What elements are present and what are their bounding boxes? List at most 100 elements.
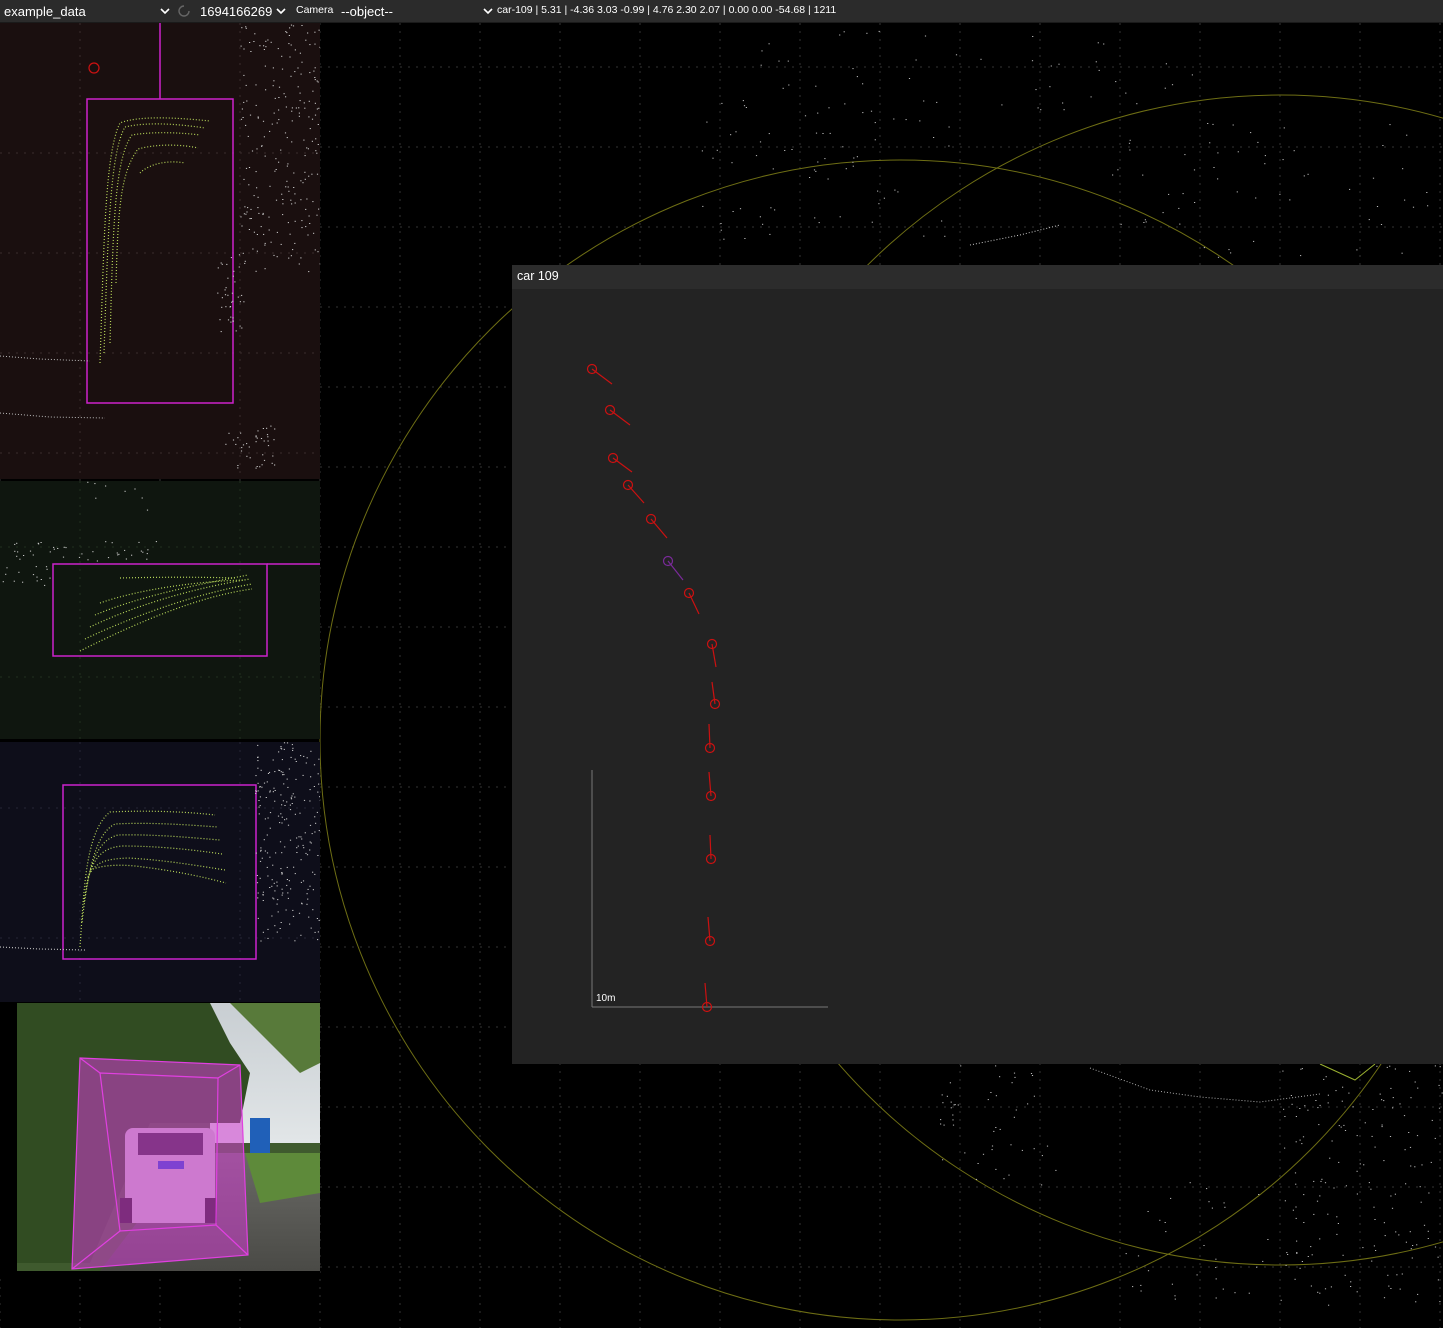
camera-view[interactable] [0,1003,320,1275]
lidar-point [257,892,259,894]
lidar-point [1224,1206,1226,1208]
lidar-point [281,894,283,896]
lidar-point [258,212,260,214]
lidar-point [1264,163,1266,165]
lidar-scanline [969,224,1061,246]
lidar-point [1324,1288,1327,1290]
lidar-point [1387,1274,1389,1276]
lidar-point [303,102,305,104]
lidar-point [303,799,306,801]
lidar-point [1132,1286,1134,1288]
lidar-point [281,193,283,195]
lidar-point [318,758,320,760]
lidar-point [309,128,311,130]
chevron-down-icon [160,8,170,15]
lidar-point [273,80,275,82]
lidar-point [292,909,294,911]
lidar-point [271,915,273,917]
lidar-point [290,24,293,26]
lidar-point [259,877,261,879]
lidar-point [275,852,277,854]
lidar-point [1178,207,1180,209]
lidar-point [774,209,776,211]
lidar-point [221,306,223,308]
lidar-point [1165,63,1167,65]
lidar-point [1421,1164,1423,1166]
track-title-bar[interactable]: car 109 [512,265,1443,289]
lidar-point [274,800,276,802]
lidar-point [1374,1146,1376,1148]
lidar-point [987,1099,989,1101]
lidar-point [240,118,243,120]
front-view[interactable] [0,481,320,739]
camera-button[interactable]: Camera [296,4,333,16]
lidar-point [936,101,938,103]
lidar-point [1427,1238,1429,1239]
lidar-point [319,796,320,798]
lidar-point [853,157,855,159]
track-canvas[interactable]: 10m [512,289,1443,1064]
lidar-point [827,178,829,180]
lidar-point [264,850,266,852]
lidar-point [276,881,278,883]
lidar-point [1399,1103,1401,1105]
lidar-point [1317,1107,1319,1109]
lidar-point [314,831,316,833]
lidar-point [1323,1078,1325,1080]
lidar-point [1390,1288,1392,1289]
lidar-point [241,294,243,296]
lidar-point [1136,103,1138,105]
object-select[interactable]: --object-- [341,0,493,22]
lidar-point [1428,1192,1430,1194]
lidar-point [289,923,291,925]
frustum-line [1319,1063,1376,1081]
lidar-point [314,31,316,33]
scene-select[interactable]: example_data [4,0,170,22]
lidar-point [257,207,259,209]
lidar-point [260,226,262,228]
lidar-point [829,132,831,134]
lidar-point [291,110,293,112]
lidar-point [316,80,318,82]
side-view[interactable] [0,742,320,1002]
lidar-point [844,103,846,105]
lidar-point [1286,1252,1288,1254]
lidar-point [281,873,283,875]
lidar-point [261,786,263,788]
lidar-point [249,218,251,220]
lidar-point [2,581,4,583]
lidar-point [277,899,279,901]
refresh-icon[interactable] [176,3,192,19]
lidar-point [1191,74,1193,76]
lidar-point [317,855,319,856]
lidar-point [255,441,257,443]
lidar-point [259,45,261,47]
lidar-point [1439,1066,1441,1068]
lidar-point [232,275,234,277]
lidar-point [1120,223,1122,225]
lidar-point [280,794,282,796]
lidar-point [289,56,291,58]
lidar-point [745,107,747,108]
lidar-point [259,466,261,468]
lidar-point [1412,206,1415,208]
lidar-point [862,112,864,114]
lidar-point [1307,173,1309,175]
lidar-point [862,83,864,85]
lidar-point [264,818,266,820]
lidar-point [285,186,287,188]
lidar-point [298,115,300,117]
lidar-point [946,1095,948,1097]
lidar-point [268,216,270,218]
lidar-point [32,554,34,556]
track-window[interactable]: car 109 10m [512,265,1443,1064]
bev-view[interactable] [0,23,320,479]
lidar-point [46,568,48,570]
lidar-point [229,306,231,308]
frame-select[interactable]: 1694166269 [200,0,290,22]
lidar-point [274,890,276,892]
lidar-point [1368,1182,1370,1184]
lidar-point [1410,1248,1412,1250]
lidar-point [787,60,789,62]
lidar-point [287,897,289,899]
